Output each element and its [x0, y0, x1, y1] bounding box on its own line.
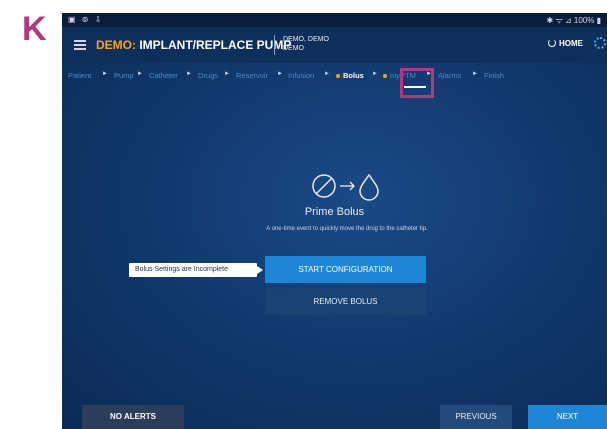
step-patient[interactable]: Patient [68, 71, 91, 80]
drop-icon [359, 173, 379, 201]
step-bolus[interactable]: Bolus [343, 71, 364, 80]
prime-bolus-icon [312, 173, 379, 201]
patient-name-line1: DEMO, DEMO [283, 36, 329, 43]
step-arrow-icon: ► [137, 71, 143, 77]
step-alarms[interactable]: Alarms [438, 71, 461, 80]
arrow-right-icon [340, 181, 355, 191]
bottom-bar: NO ALERTS PREVIOUS NEXT [62, 405, 607, 429]
power-icon [548, 39, 556, 47]
step-arrow-icon: ► [186, 71, 192, 77]
prime-bolus-description: A one-time event to quickly move the dru… [266, 226, 428, 232]
patient-name-line2: DEMO [283, 45, 304, 52]
previous-button[interactable]: PREVIOUS [440, 405, 512, 429]
step-arrow-icon: ► [372, 71, 378, 77]
step-pump[interactable]: Pump [114, 71, 134, 80]
title-divider [274, 35, 275, 55]
step-finish[interactable]: Finish [484, 71, 504, 80]
status-icons-left: ▣ ⊚ ⇩ [68, 15, 104, 24]
gear-icon[interactable] [594, 37, 606, 49]
home-label: HOME [559, 39, 583, 48]
step-arrow-icon: ► [224, 71, 230, 77]
empty-circle-icon [312, 174, 336, 198]
home-button[interactable]: HOME [548, 39, 583, 48]
title-demo-prefix: DEMO: [96, 38, 136, 52]
page-title: DEMO: IMPLANT/REPLACE PUMP [96, 38, 291, 52]
status-icons-right: ✱ ᯤ ⊿ 100% ▮ [546, 16, 601, 25]
start-configuration-button[interactable]: START CONFIGURATION [265, 256, 426, 283]
alerts-button[interactable]: NO ALERTS [82, 405, 184, 429]
step-reservoir[interactable]: Reservoir [236, 71, 268, 80]
callout-highlight-box [400, 68, 434, 98]
status-bar: ▣ ⊚ ⇩ ✱ ᯤ ⊿ 100% ▮ [62, 13, 607, 27]
attention-dot-icon [383, 74, 387, 78]
step-catheter[interactable]: Catheter [149, 71, 178, 80]
panel-label: K [22, 10, 47, 48]
step-arrow-icon: ► [102, 71, 108, 77]
next-button[interactable]: NEXT [528, 405, 607, 429]
prime-bolus-title: Prime Bolus [304, 206, 365, 218]
step-infusion[interactable]: Infusion [288, 71, 314, 80]
tablet-screen: ▣ ⊚ ⇩ ✱ ᯤ ⊿ 100% ▮ DEMO: IMPLANT/REPLACE… [62, 13, 607, 429]
incomplete-settings-tooltip: Bolus Settings are Incomplete [129, 263, 263, 277]
attention-dot-icon [336, 74, 340, 78]
hamburger-icon[interactable] [74, 40, 86, 50]
step-arrow-icon: ► [277, 71, 283, 77]
title-text: IMPLANT/REPLACE PUMP [136, 38, 292, 52]
step-navigation: Patient ► Pump ► Catheter ► Drugs ► Rese… [62, 63, 607, 93]
remove-bolus-button[interactable]: REMOVE BOLUS [265, 289, 426, 315]
step-drugs[interactable]: Drugs [198, 71, 218, 80]
step-arrow-icon: ► [472, 71, 478, 77]
app-bar: DEMO: IMPLANT/REPLACE PUMP DEMO, DEMO DE… [62, 27, 607, 63]
patient-name: DEMO, DEMO DEMO [283, 35, 329, 53]
step-arrow-icon: ► [324, 71, 330, 77]
